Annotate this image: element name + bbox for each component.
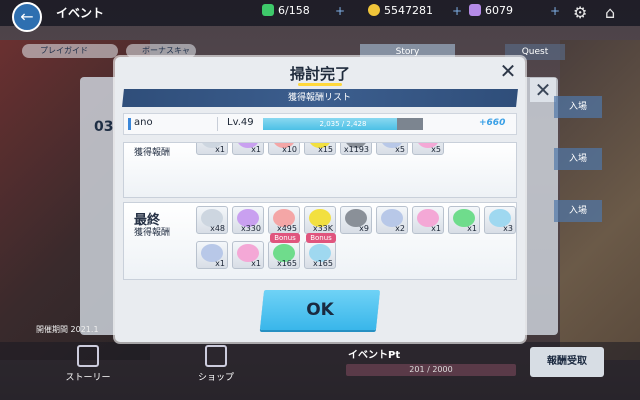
item-count: x33K — [312, 224, 333, 233]
reward-item[interactable]: x48 — [196, 206, 228, 234]
event-points-bar: 201 / 2000 — [346, 364, 516, 376]
item-count: x1 — [251, 259, 261, 268]
reward-item[interactable]: x495 — [268, 206, 300, 234]
bonus-badge: Bonus — [270, 233, 300, 243]
reward-item[interactable]: x3 — [484, 206, 516, 234]
item-count: x1 — [215, 259, 225, 268]
background-close-icon[interactable]: ✕ — [530, 78, 556, 102]
coin-icon — [368, 4, 380, 16]
reward-item[interactable]: Bonus x165 — [304, 233, 336, 269]
section-label: 獲得報酬 — [134, 228, 171, 238]
reward-item[interactable]: x2 — [376, 206, 408, 234]
reward-item[interactable]: x1 — [412, 206, 444, 234]
reward-item[interactable]: x1 — [232, 241, 264, 269]
close-icon[interactable]: ✕ — [496, 59, 520, 83]
stamina-counter: 6/158 — [262, 4, 310, 17]
item-count: x1193 — [343, 145, 369, 154]
reward-item[interactable]: x5 — [412, 143, 444, 155]
reward-item[interactable]: x1 — [196, 241, 228, 269]
item-count: x10 — [282, 145, 297, 154]
item-count: x15 — [318, 145, 333, 154]
reward-item[interactable]: Bonus x165 — [268, 233, 300, 269]
gem-icon — [469, 4, 481, 16]
item-count: x5 — [431, 145, 441, 154]
stage-number: 03 — [94, 119, 114, 135]
reward-item[interactable]: x1 — [448, 206, 480, 234]
item-count: x1 — [215, 145, 225, 154]
gem-counter: 6079 — [469, 4, 513, 17]
page-title: イベント — [56, 6, 105, 20]
claim-reward-button[interactable]: 報酬受取 — [530, 347, 604, 377]
reward-item[interactable]: x1 — [196, 143, 228, 155]
item-count: x165 — [276, 259, 297, 268]
event-period: 開催期間 2021.1 — [36, 325, 99, 334]
shop-icon — [205, 345, 227, 367]
event-points-label: イベントPt — [348, 350, 401, 361]
add-gem-button[interactable]: + — [550, 4, 560, 18]
coin-counter: 5547281 — [368, 4, 433, 17]
character-exp-row: ano Lv.49 2,035 / 2,428 +660 — [123, 113, 517, 135]
divider — [217, 117, 218, 131]
enter-button[interactable]: 入場 — [554, 148, 602, 170]
book-icon — [77, 345, 99, 367]
ok-button[interactable]: OK — [259, 290, 381, 330]
help-guide-button[interactable]: プレイガイド — [22, 44, 118, 58]
item-count: x3 — [503, 224, 513, 233]
item-count: x5 — [395, 145, 405, 154]
reward-section-final: 最終 獲得報酬 x48 x330 x495 x33K x9 x2 x1 x1 x3 x1 x1 Bon… — [123, 202, 517, 280]
sweep-complete-dialog: 掃討完了 ✕ 獲得報酬リスト ano Lv.49 2,035 / 2,428 +… — [115, 57, 525, 342]
bonus-badge: Bonus — [306, 233, 336, 243]
reward-section-earned: 獲得報酬 x1 x1 x10 x15 x1193 x5 x5 — [123, 142, 517, 198]
item-count: x330 — [240, 224, 261, 233]
character-level: Lv.49 — [227, 117, 254, 128]
back-button[interactable]: ← — [12, 2, 42, 32]
item-count: x2 — [395, 224, 405, 233]
item-count: x495 — [276, 224, 297, 233]
gear-icon[interactable]: ⚙ — [573, 3, 587, 22]
reward-item[interactable]: x9 — [340, 206, 372, 234]
row-accent — [128, 118, 131, 130]
nav-shop-button[interactable]: ショップ — [186, 345, 246, 383]
stamina-icon — [262, 4, 274, 16]
reward-item[interactable]: x1193 — [340, 143, 372, 155]
item-count: x9 — [359, 224, 369, 233]
reward-item[interactable]: x10 — [268, 143, 300, 155]
item-count: x48 — [210, 224, 225, 233]
section-label: 獲得報酬 — [134, 148, 171, 158]
add-stamina-button[interactable]: + — [335, 4, 345, 18]
dialog-title: 掃討完了 — [289, 65, 350, 83]
home-icon[interactable]: ⌂ — [605, 3, 615, 22]
title-underline — [298, 83, 342, 86]
top-bar: イベント 6/158 + 5547281 + 6079 + ⚙ ⌂ — [0, 0, 640, 26]
reward-list-header: 獲得報酬リスト — [122, 89, 518, 107]
event-points-value: 201 / 2000 — [409, 365, 453, 374]
reward-item[interactable]: x5 — [376, 143, 408, 155]
character-name: ano — [134, 117, 153, 128]
reward-item[interactable]: x33K — [304, 206, 336, 234]
exp-bar: 2,035 / 2,428 — [263, 118, 423, 130]
reward-item[interactable]: x15 — [304, 143, 336, 155]
nav-story-button[interactable]: ストーリー — [58, 345, 118, 383]
item-count: x165 — [312, 259, 333, 268]
enter-button[interactable]: 入場 — [554, 200, 602, 222]
exp-gain: +660 — [479, 118, 506, 128]
add-coin-button[interactable]: + — [452, 4, 462, 18]
reward-item[interactable]: x1 — [232, 143, 264, 155]
event-points-panel: イベントPt 201 / 2000 — [340, 344, 522, 380]
item-count: x1 — [467, 224, 477, 233]
item-count: x1 — [251, 145, 261, 154]
item-count: x1 — [431, 224, 441, 233]
bonus-character-button[interactable]: ボーナスキャ — [126, 44, 196, 58]
reward-item[interactable]: x330 — [232, 206, 264, 234]
enter-button[interactable]: 入場 — [554, 96, 602, 118]
exp-value: 2,035 / 2,428 — [319, 120, 367, 128]
